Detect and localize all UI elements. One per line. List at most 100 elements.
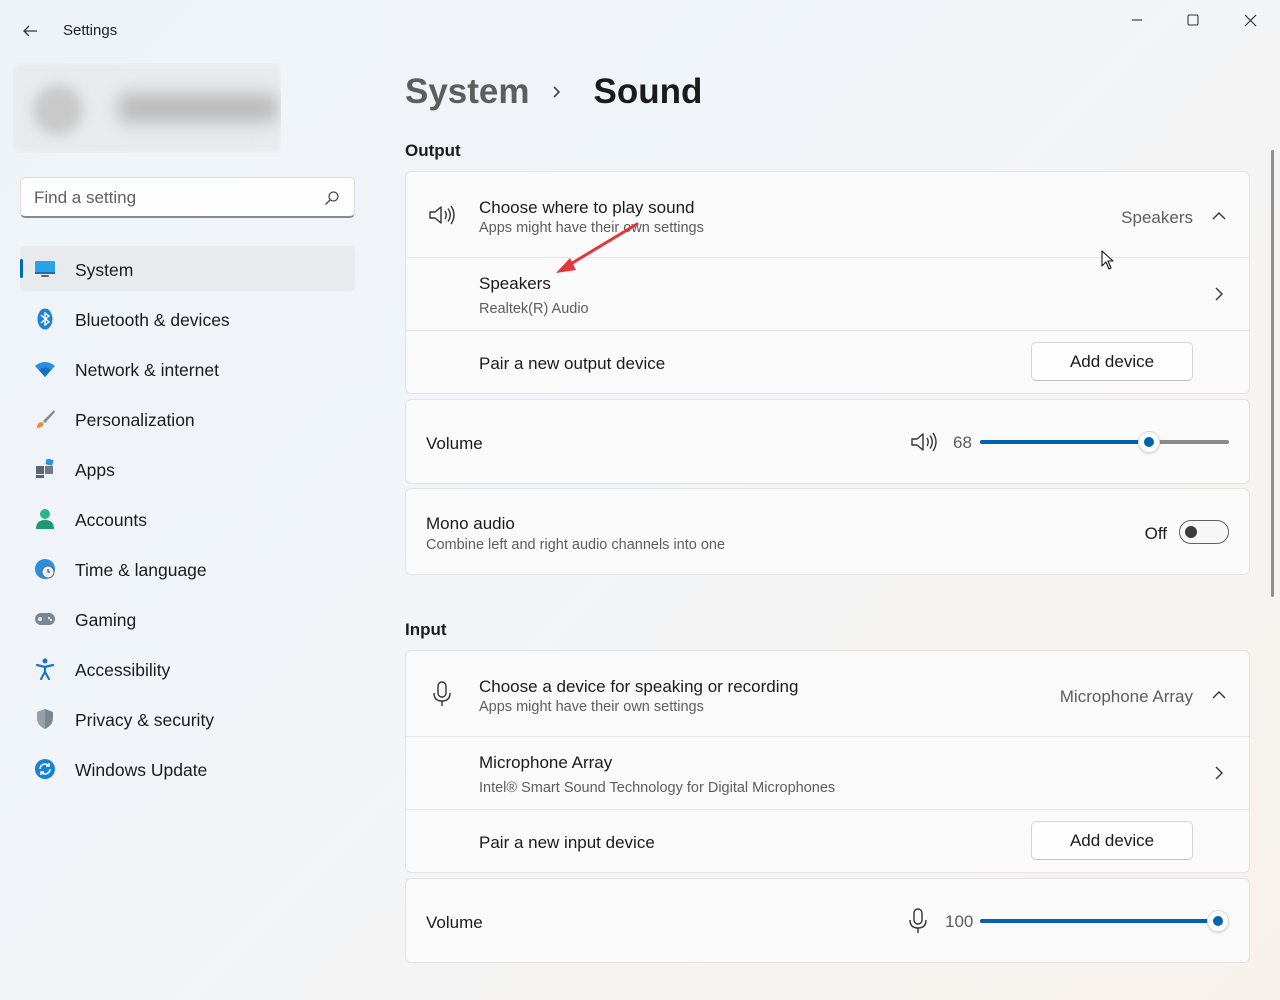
input-device-title: Microphone Array bbox=[479, 753, 613, 772]
sidebar-item-label: Bluetooth & devices bbox=[75, 310, 230, 330]
pair-output-label: Pair a new output device bbox=[479, 354, 666, 373]
chevron-up-icon[interactable] bbox=[1211, 208, 1227, 224]
slider-fill bbox=[980, 919, 1218, 923]
choose-output-title: Choose where to play sound bbox=[479, 198, 695, 217]
output-volume-slider[interactable] bbox=[980, 431, 1229, 453]
sidebar-item-accounts[interactable]: Accounts bbox=[20, 496, 355, 541]
choose-output-row[interactable]: Choose where to play sound Apps might ha… bbox=[406, 172, 1249, 257]
output-volume-value: 68 bbox=[953, 433, 972, 452]
close-icon bbox=[1244, 14, 1256, 26]
sidebar-item-label: System bbox=[75, 260, 134, 280]
brush-icon bbox=[34, 408, 56, 430]
input-volume-card: Volume 100 bbox=[405, 878, 1250, 963]
speaker-icon[interactable] bbox=[910, 428, 938, 456]
mono-audio-toggle[interactable] bbox=[1179, 520, 1229, 544]
search-input[interactable] bbox=[34, 187, 314, 209]
toggle-knob bbox=[1185, 526, 1197, 538]
selected-output-value: Speakers bbox=[1121, 208, 1193, 227]
chevron-up-icon[interactable] bbox=[1211, 687, 1227, 703]
input-device-microphone-array[interactable]: Microphone Array Intel® Smart Sound Tech… bbox=[406, 736, 1249, 809]
mono-audio-card: Mono audio Combine left and right audio … bbox=[405, 488, 1250, 575]
sidebar-item-windows-update[interactable]: Windows Update bbox=[20, 746, 355, 791]
breadcrumb-parent[interactable]: System bbox=[405, 72, 530, 112]
shield-icon bbox=[34, 708, 56, 730]
person-icon bbox=[34, 508, 56, 530]
sidebar-item-time-language[interactable]: Time & language bbox=[20, 546, 355, 591]
microphone-icon[interactable] bbox=[904, 907, 932, 935]
sidebar-item-bluetooth[interactable]: Bluetooth & devices bbox=[20, 296, 355, 341]
pair-input-label: Pair a new input device bbox=[479, 833, 655, 852]
output-volume-label: Volume bbox=[426, 434, 483, 453]
breadcrumb: System Sound bbox=[405, 72, 702, 112]
accessibility-icon bbox=[34, 658, 56, 680]
chevron-right-icon bbox=[1211, 765, 1227, 781]
add-output-device-button[interactable]: Add device bbox=[1031, 342, 1193, 381]
title-bar: Settings bbox=[0, 0, 1280, 62]
mono-audio-title: Mono audio bbox=[426, 514, 515, 533]
sidebar-item-apps[interactable]: Apps bbox=[20, 446, 355, 491]
choose-input-subtitle: Apps might have their own settings bbox=[479, 699, 704, 715]
wifi-icon bbox=[34, 358, 56, 380]
input-volume-label: Volume bbox=[426, 913, 483, 932]
arrow-left-icon bbox=[23, 25, 37, 37]
user-profile[interactable] bbox=[13, 63, 281, 153]
monitor-icon bbox=[34, 258, 56, 280]
avatar bbox=[33, 85, 83, 135]
profile-name-blurred bbox=[118, 93, 278, 123]
sidebar-item-label: Accessibility bbox=[75, 660, 171, 680]
slider-thumb[interactable] bbox=[1207, 910, 1229, 932]
slider-thumb[interactable] bbox=[1138, 431, 1161, 453]
mouse-cursor-icon bbox=[1101, 250, 1114, 270]
output-device-speakers[interactable]: Speakers Realtek(R) Audio bbox=[406, 257, 1249, 330]
chevron-right-icon bbox=[550, 82, 570, 102]
output-device-card: Choose where to play sound Apps might ha… bbox=[405, 171, 1250, 394]
microphone-icon bbox=[428, 680, 456, 708]
sidebar-item-label: Network & internet bbox=[75, 360, 219, 380]
input-device-subtitle: Intel® Smart Sound Technology for Digita… bbox=[479, 780, 836, 796]
sidebar-item-label: Time & language bbox=[75, 560, 207, 580]
output-device-subtitle: Realtek(R) Audio bbox=[479, 301, 589, 317]
sidebar-item-privacy[interactable]: Privacy & security bbox=[20, 696, 355, 741]
sidebar-item-system[interactable]: System bbox=[20, 246, 355, 291]
input-volume-value: 100 bbox=[945, 912, 974, 931]
choose-input-row[interactable]: Choose a device for speaking or recordin… bbox=[406, 651, 1249, 736]
mono-audio-subtitle: Combine left and right audio channels in… bbox=[426, 537, 726, 553]
sidebar-item-label: Privacy & security bbox=[75, 710, 215, 730]
sidebar-item-label: Personalization bbox=[75, 410, 195, 430]
sidebar-item-personalization[interactable]: Personalization bbox=[20, 396, 355, 441]
output-device-title: Speakers bbox=[479, 274, 551, 293]
input-volume-slider[interactable] bbox=[980, 910, 1229, 932]
choose-output-subtitle: Apps might have their own settings bbox=[479, 220, 704, 236]
update-icon bbox=[34, 758, 56, 780]
add-input-device-button[interactable]: Add device bbox=[1031, 821, 1193, 860]
close-button[interactable] bbox=[1227, 6, 1273, 34]
sidebar-item-accessibility[interactable]: Accessibility bbox=[20, 646, 355, 691]
maximize-button[interactable] bbox=[1170, 6, 1216, 34]
output-volume-card: Volume 68 bbox=[405, 399, 1250, 484]
back-button[interactable] bbox=[12, 14, 48, 48]
sidebar-item-label: Gaming bbox=[75, 610, 137, 630]
search-icon[interactable] bbox=[324, 190, 340, 206]
input-section-title: Input bbox=[405, 620, 447, 639]
minimize-icon bbox=[1132, 19, 1142, 21]
speaker-icon bbox=[428, 201, 456, 229]
sidebar-item-label: Windows Update bbox=[75, 760, 208, 780]
pair-output-row: Pair a new output device Add device bbox=[406, 330, 1249, 393]
scrollbar[interactable] bbox=[1271, 150, 1274, 597]
sidebar-item-gaming[interactable]: Gaming bbox=[20, 596, 355, 641]
sidebar-item-network[interactable]: Network & internet bbox=[20, 346, 355, 391]
chevron-right-icon bbox=[1211, 286, 1227, 302]
minimize-button[interactable] bbox=[1114, 6, 1160, 34]
app-title: Settings bbox=[63, 22, 118, 39]
selection-indicator bbox=[20, 259, 23, 278]
selected-input-value: Microphone Array bbox=[1059, 687, 1193, 706]
sidebar-item-label: Apps bbox=[75, 460, 115, 480]
apps-icon bbox=[34, 458, 56, 480]
choose-input-title: Choose a device for speaking or recordin… bbox=[479, 677, 799, 696]
sidebar-item-label: Accounts bbox=[75, 510, 147, 530]
search-box bbox=[20, 177, 355, 218]
pair-input-row: Pair a new input device Add device bbox=[406, 809, 1249, 872]
sidebar-nav: System Bluetooth & devices Network & int… bbox=[20, 246, 355, 796]
globe-clock-icon bbox=[34, 558, 56, 580]
mono-audio-state: Off bbox=[1144, 524, 1167, 543]
